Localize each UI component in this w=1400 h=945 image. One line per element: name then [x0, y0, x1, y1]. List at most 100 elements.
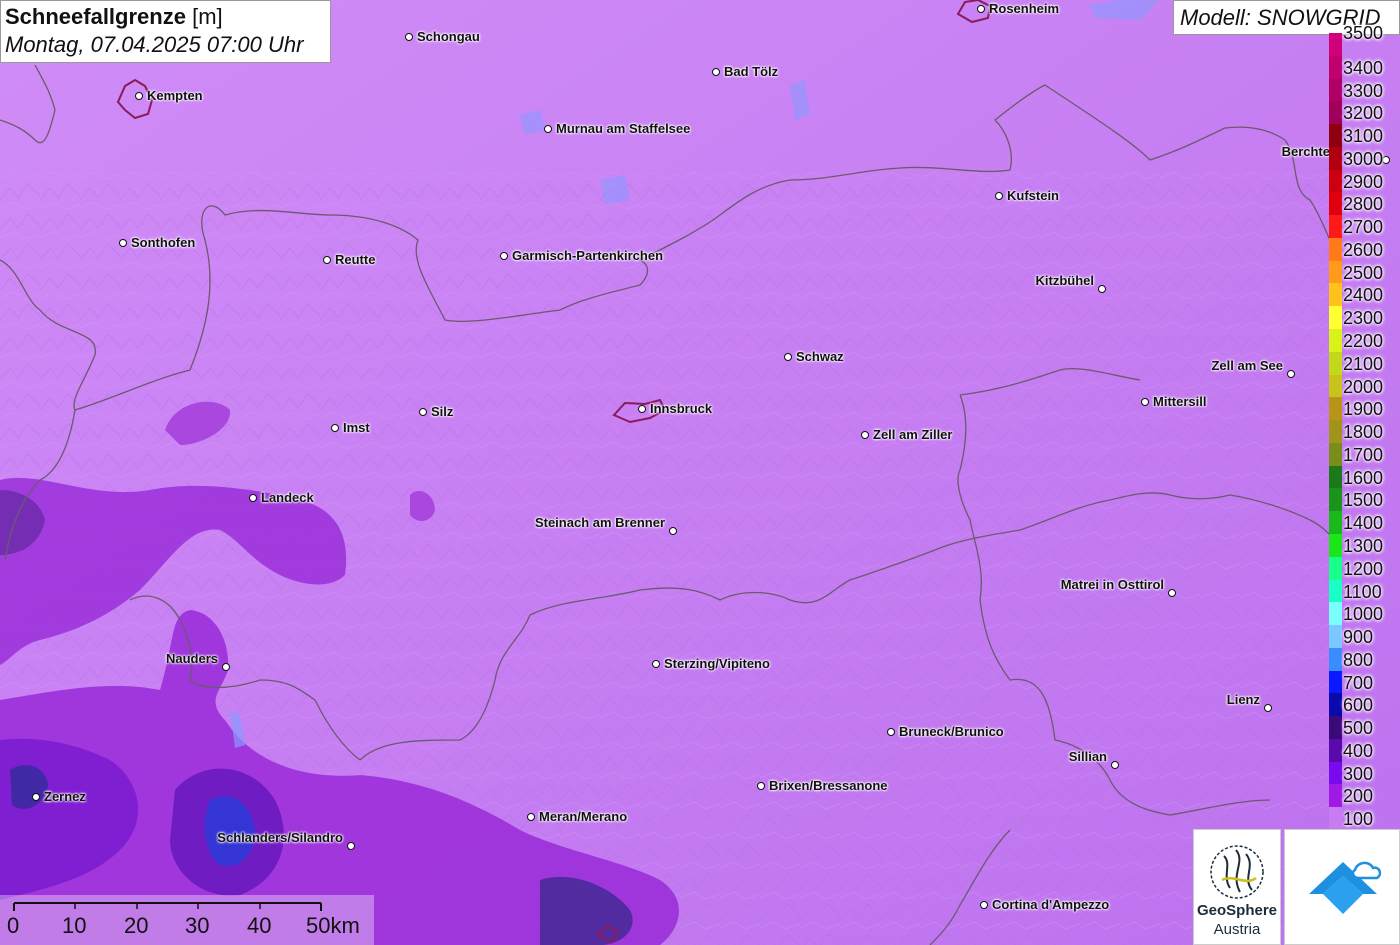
- legend-row: 1600: [1329, 465, 1400, 489]
- legend-row: 3100: [1329, 124, 1400, 147]
- legend-label: 3400: [1343, 57, 1384, 78]
- legend-label: 1600: [1343, 467, 1384, 488]
- legend-swatch: [1329, 647, 1342, 671]
- geosphere-austria-logo[interactable]: GeoSphere Austria: [1193, 829, 1281, 945]
- city-label: Schongau: [417, 29, 480, 44]
- city-marker: [135, 92, 143, 100]
- legend-label: 500: [1343, 718, 1374, 739]
- city-label: Meran/Merano: [539, 809, 628, 824]
- legend-label: 2200: [1343, 331, 1384, 352]
- legend-row: 3200: [1329, 101, 1400, 125]
- legend-row: 3500: [1329, 23, 1400, 56]
- city-label: Cortina d'Ampezzo: [992, 897, 1110, 912]
- city-label: Rosenheim: [989, 1, 1060, 16]
- city-marker: [1141, 398, 1149, 406]
- legend-label: 1900: [1343, 399, 1384, 420]
- city-label: Berchte: [1281, 144, 1330, 159]
- geosphere-logo-line2: Austria: [1213, 921, 1261, 938]
- legend-row: 2700: [1329, 215, 1400, 238]
- legend-swatch: [1329, 716, 1342, 739]
- legend-label: 200: [1343, 786, 1374, 807]
- legend-swatch: [1329, 124, 1342, 147]
- legend-swatch: [1329, 511, 1342, 534]
- city-marker: [652, 660, 660, 668]
- legend-swatch: [1329, 215, 1342, 238]
- city-marker: [500, 252, 508, 260]
- city-label: Zell am Ziller: [873, 427, 953, 442]
- city-marker: [995, 192, 1003, 200]
- legend-row: 1400: [1329, 511, 1400, 534]
- legend-swatch: [1329, 351, 1342, 375]
- city-label: Zell am See: [1211, 358, 1283, 373]
- legend-swatch: [1329, 374, 1342, 398]
- legend-row: 2300: [1329, 306, 1400, 330]
- city-marker: [119, 239, 127, 247]
- legend-row: 100: [1329, 807, 1400, 830]
- scale-label-30: 30: [185, 913, 210, 938]
- city-label: Landeck: [261, 490, 314, 505]
- legend-label: 2300: [1343, 308, 1384, 329]
- legend-swatch: [1329, 55, 1342, 79]
- city-label: Matrei in Osttirol: [1060, 577, 1164, 592]
- legend-label: 2700: [1343, 217, 1384, 238]
- legend-row: 1200: [1329, 556, 1400, 580]
- city-marker: [980, 901, 988, 909]
- legend-row: 2200: [1329, 329, 1400, 352]
- parameter-name: Schneefallgrenze: [5, 4, 186, 29]
- scale-label-40: 40: [247, 913, 272, 938]
- city-label: Bruneck/Brunico: [899, 724, 1004, 739]
- mountain-cloud-icon: [1309, 861, 1382, 914]
- legend-swatch: [1329, 78, 1342, 102]
- legend-row: 2400: [1329, 283, 1400, 307]
- legend-row: 2900: [1329, 169, 1400, 193]
- city-marker: [1098, 285, 1106, 293]
- map-title: Schneefallgrenze [m]: [5, 3, 326, 31]
- city-label: Sillian: [1068, 749, 1107, 764]
- legend-label: 600: [1343, 695, 1374, 716]
- city-label: Nauders: [165, 651, 218, 666]
- city-label: Kufstein: [1007, 188, 1059, 203]
- legend-label: 2100: [1343, 353, 1384, 374]
- legend-label: 1400: [1343, 513, 1384, 534]
- city-marker: [544, 125, 552, 133]
- legend-swatch: [1329, 488, 1342, 512]
- city-label: Reutte: [335, 252, 376, 267]
- city-marker: [887, 728, 895, 736]
- geosphere-emblem-icon: [1210, 845, 1264, 899]
- city-marker: [249, 494, 257, 502]
- legend-row: 2500: [1329, 260, 1400, 284]
- legend-label: 2400: [1343, 285, 1384, 306]
- map-title-panel: Schneefallgrenze [m] Montag, 07.04.2025 …: [0, 0, 331, 63]
- scale-label-0: 0: [7, 913, 20, 938]
- app-logo[interactable]: [1284, 829, 1400, 945]
- legend-swatch: [1329, 237, 1342, 261]
- legend-swatch: [1329, 306, 1342, 330]
- legend-label: 1100: [1343, 581, 1382, 602]
- legend-row: 300: [1329, 761, 1400, 785]
- legend-label: 1000: [1343, 604, 1384, 625]
- legend-label: 3000: [1343, 148, 1384, 169]
- legend-label: 1200: [1343, 558, 1384, 579]
- color-legend: 3500 3400 3300 3200 3100 3000 2900 2800 2700 2600…: [1329, 23, 1400, 830]
- legend-row: 1500: [1329, 488, 1400, 512]
- legend-row: 1800: [1329, 420, 1400, 443]
- legend-row: 1700: [1329, 442, 1400, 466]
- city-marker: [347, 842, 355, 850]
- legend-label: 2900: [1343, 171, 1384, 192]
- legend-row: 1000: [1329, 602, 1400, 626]
- snowfall-line-map[interactable]: [0, 0, 1400, 945]
- scale-label-10: 10: [62, 913, 87, 938]
- legend-label: 2600: [1343, 239, 1384, 260]
- city-marker: [861, 431, 869, 439]
- city-label: Mittersill: [1153, 394, 1207, 409]
- city-marker: [712, 68, 720, 76]
- legend-swatch: [1329, 625, 1342, 648]
- legend-label: 3200: [1343, 103, 1384, 124]
- city-label: Sterzing/Vipiteno: [664, 656, 770, 671]
- legend-swatch: [1329, 761, 1342, 785]
- city-label: Brixen/Bressanone: [769, 778, 888, 793]
- legend-swatch: [1329, 329, 1342, 352]
- city-marker: [32, 793, 40, 801]
- legend-swatch: [1329, 397, 1342, 421]
- legend-row: 1300: [1329, 533, 1400, 557]
